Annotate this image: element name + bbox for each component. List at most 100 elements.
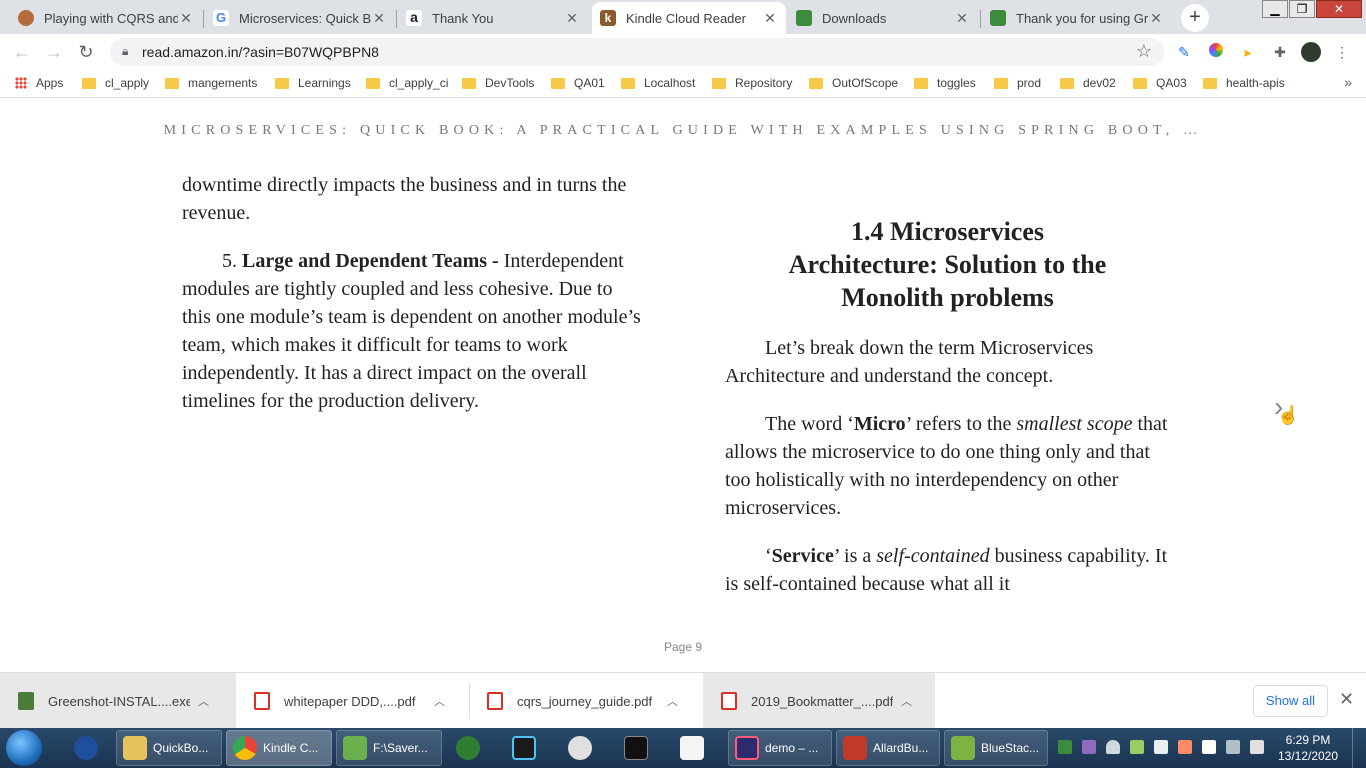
bookmark-folder[interactable]: DevTools bbox=[462, 76, 534, 90]
folder-icon bbox=[1203, 77, 1217, 89]
monitor-icon[interactable] bbox=[1226, 740, 1240, 754]
taskbar-pinned-app[interactable] bbox=[450, 730, 490, 766]
bookmark-apps[interactable]: Apps bbox=[15, 76, 63, 90]
bookmark-folder[interactable]: health-apis bbox=[1203, 76, 1285, 90]
show-desktop-button[interactable] bbox=[1352, 728, 1366, 768]
profile-avatar[interactable] bbox=[1301, 42, 1321, 62]
close-icon[interactable]: ✕ bbox=[1148, 10, 1164, 27]
greenshot-tray-icon[interactable] bbox=[1058, 740, 1072, 754]
tab-microservices[interactable]: G Microservices: Quick Boo ✕ bbox=[205, 2, 395, 34]
chevron-up-icon[interactable]: ︿ bbox=[434, 693, 445, 709]
chevron-up-icon[interactable]: ︿ bbox=[901, 693, 912, 709]
paragraph: ‘Service’ is a self-contained business c… bbox=[725, 545, 1168, 595]
left-column: downtime directly impacts the business a… bbox=[182, 171, 642, 435]
start-button[interactable] bbox=[6, 730, 42, 766]
clock-date: 13/12/2020 bbox=[1277, 749, 1339, 763]
tab-cqrs[interactable]: Playing with CQRS and E ✕ bbox=[10, 2, 202, 34]
close-icon[interactable]: ✕ bbox=[762, 10, 778, 27]
amazon-icon: a bbox=[406, 10, 422, 26]
window-close-button[interactable]: ✕ bbox=[1316, 0, 1362, 18]
close-icon[interactable]: ✕ bbox=[178, 10, 194, 27]
close-icon[interactable]: ✕ bbox=[1339, 689, 1354, 710]
snipping-tool-icon bbox=[568, 736, 592, 760]
paragraph: Let’s break down the term Microservices … bbox=[725, 337, 1094, 387]
close-icon[interactable]: ✕ bbox=[371, 10, 387, 27]
bookmark-folder[interactable]: mangements bbox=[165, 76, 257, 90]
close-icon[interactable]: ✕ bbox=[954, 10, 970, 27]
system-clock[interactable]: 6:29 PM 13/12/2020 bbox=[1272, 732, 1344, 764]
network-bars-icon[interactable] bbox=[1154, 740, 1168, 754]
bookmark-folder[interactable]: prod bbox=[994, 76, 1041, 90]
bookmark-folder[interactable]: Repository bbox=[712, 76, 792, 90]
play-extension-icon[interactable]: ▸ bbox=[1238, 42, 1258, 62]
bookmark-folder[interactable]: Learnings bbox=[275, 76, 351, 90]
volume-icon[interactable] bbox=[1250, 740, 1264, 754]
bookmark-folder[interactable]: OutOfScope bbox=[809, 76, 898, 90]
tray-app-icon[interactable] bbox=[1178, 740, 1192, 754]
taskbar-button[interactable]: BlueStac... bbox=[944, 730, 1048, 766]
pdf-file-icon bbox=[721, 692, 737, 710]
download-item[interactable]: whitepaper DDD,....pdf ︿ bbox=[236, 673, 470, 729]
tab-title: Thank you for using Gre bbox=[1016, 10, 1148, 26]
taskbar-button[interactable]: QuickBo... bbox=[116, 730, 222, 766]
bluestacks-icon bbox=[951, 736, 975, 760]
tab-kindle-cloud-reader[interactable]: k Kindle Cloud Reader ✕ bbox=[592, 2, 786, 34]
page-number: Page 9 bbox=[663, 640, 703, 654]
flag-icon[interactable] bbox=[1202, 740, 1216, 754]
extensions-puzzle-icon[interactable]: ✚ bbox=[1270, 42, 1290, 62]
chevron-up-icon[interactable]: ︿ bbox=[667, 693, 678, 709]
right-column: 1.4 Microservices Architecture: Solution… bbox=[725, 215, 1170, 618]
chevron-up-icon[interactable]: ︿ bbox=[198, 693, 209, 709]
forward-button[interactable]: → bbox=[42, 40, 66, 64]
maximize-button[interactable]: ❐ bbox=[1289, 0, 1315, 18]
tab-title: Kindle Cloud Reader bbox=[626, 10, 746, 26]
taskbar-button[interactable]: F:\Saver... bbox=[336, 730, 442, 766]
minimize-button[interactable]: ▁ bbox=[1262, 0, 1288, 18]
address-bar[interactable]: 🔒︎ read.amazon.in/?asin=B07WQPBPN8 ☆ bbox=[110, 38, 1164, 66]
greenshot-icon bbox=[990, 10, 1006, 26]
notepad-icon bbox=[343, 736, 367, 760]
taskbar-pinned-app[interactable] bbox=[68, 730, 108, 766]
taskbar-button[interactable]: demo – ... bbox=[728, 730, 832, 766]
shield-icon[interactable] bbox=[1106, 740, 1120, 754]
bookmarks-overflow-icon[interactable]: » bbox=[1344, 74, 1352, 90]
bookmark-star-icon[interactable]: ☆ bbox=[1136, 41, 1152, 62]
eyedropper-extension-icon[interactable]: ✎ bbox=[1174, 42, 1194, 62]
bookmark-folder[interactable]: toggles bbox=[914, 76, 976, 90]
bookmark-folder[interactable]: Localhost bbox=[621, 76, 695, 90]
close-icon[interactable]: ✕ bbox=[564, 10, 580, 27]
new-tab-button[interactable]: + bbox=[1181, 4, 1209, 32]
download-item[interactable]: Greenshot-INSTAL....exe ︿ bbox=[0, 673, 236, 729]
taskbar-pinned-app[interactable] bbox=[618, 730, 658, 766]
chrome-icon bbox=[233, 736, 257, 760]
kindle-icon: k bbox=[600, 10, 616, 26]
windows-taskbar: QuickBo... Kindle C... F:\Saver... demo … bbox=[0, 728, 1366, 768]
back-button[interactable]: ← bbox=[10, 40, 34, 64]
bluestacks-tray-icon[interactable] bbox=[1130, 740, 1144, 754]
download-item[interactable]: 2019_Bookmatter_....pdf ︿ bbox=[703, 673, 935, 729]
tab-greenshot[interactable]: Thank you for using Gre ✕ bbox=[982, 2, 1172, 34]
taskbar-button[interactable]: Kindle C... bbox=[226, 730, 332, 766]
taskbar-button[interactable]: AllardBu... bbox=[836, 730, 940, 766]
reload-button[interactable]: ↻ bbox=[74, 40, 98, 64]
taskbar-pinned-app[interactable] bbox=[562, 730, 602, 766]
menu-kebab-icon[interactable]: ⋮ bbox=[1332, 42, 1352, 62]
bookmark-folder[interactable]: QA01 bbox=[551, 76, 605, 90]
tray-app-icon[interactable] bbox=[1082, 740, 1096, 754]
taskbar-pinned-app[interactable] bbox=[506, 730, 546, 766]
bookmark-folder[interactable]: QA03 bbox=[1133, 76, 1187, 90]
bookmark-folder[interactable]: cl_apply bbox=[82, 76, 149, 90]
download-filename: whitepaper DDD,....pdf bbox=[284, 693, 416, 709]
bookmark-folder[interactable]: cl_apply_ci bbox=[366, 76, 448, 90]
tab-thank-you[interactable]: a Thank You ✕ bbox=[398, 2, 588, 34]
color-wheel-extension-icon[interactable] bbox=[1206, 42, 1226, 62]
tab-downloads[interactable]: Downloads ✕ bbox=[788, 2, 978, 34]
avatar-favicon-icon bbox=[18, 10, 34, 26]
bookmark-folder[interactable]: dev02 bbox=[1060, 76, 1116, 90]
show-all-button[interactable]: Show all bbox=[1253, 685, 1328, 717]
taskbar-pinned-app[interactable] bbox=[674, 730, 714, 766]
pdf-file-icon bbox=[487, 692, 503, 710]
browser-toolbar: ← → ↻ 🔒︎ read.amazon.in/?asin=B07WQPBPN8… bbox=[0, 34, 1366, 70]
folder-icon bbox=[809, 77, 823, 89]
download-item[interactable]: cqrs_journey_guide.pdf ︿ bbox=[469, 673, 703, 729]
